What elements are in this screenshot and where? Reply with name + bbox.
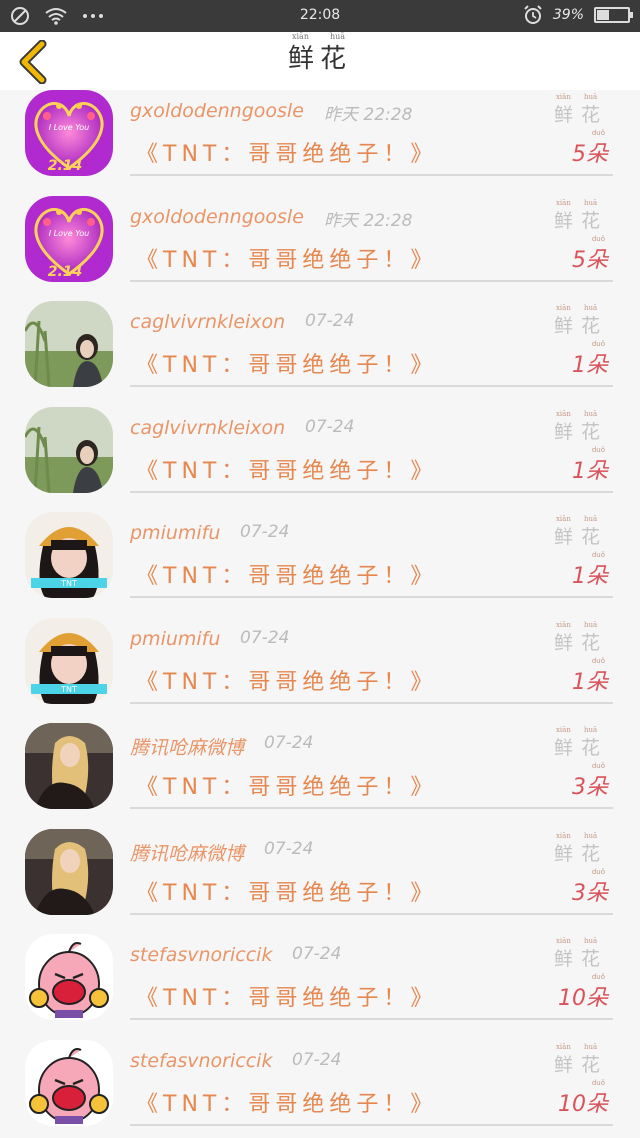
svg-text:TNT: TNT xyxy=(60,579,77,588)
flower-count: duǒ 1朵 xyxy=(572,340,608,378)
avatar-garden-girl[interactable] xyxy=(25,406,113,493)
page-title-wrap: xiān huā 鲜花 xyxy=(0,32,640,75)
avatar-blonde-woman[interactable] xyxy=(25,723,113,809)
flower-label: xiān huā 鲜花 xyxy=(553,409,608,443)
divider xyxy=(130,490,613,493)
divider xyxy=(130,174,613,176)
timestamp: 07-24 xyxy=(292,944,342,964)
flower-label: xiān huā 鲜花 xyxy=(553,198,608,232)
battery-icon xyxy=(594,7,633,23)
divider xyxy=(130,912,613,915)
divider xyxy=(130,1018,613,1020)
gift-message: 《TNT：哥哥绝绝子！》 xyxy=(136,775,438,800)
title-pinyin-1: xiān xyxy=(291,32,309,41)
timestamp: 07-24 xyxy=(264,733,314,753)
svg-text:TNT: TNT xyxy=(60,685,77,694)
header-bar: xiān huā 鲜花 xyxy=(0,32,640,90)
timestamp: 07-24 xyxy=(240,522,290,542)
gift-message: 《TNT：哥哥绝绝子！》 xyxy=(136,353,438,378)
flower-label: xiān huā 鲜花 xyxy=(553,93,608,126)
page-title-text: 鲜花 xyxy=(287,44,352,74)
divider xyxy=(130,596,613,598)
timestamp: 07-24 xyxy=(240,627,290,648)
sender-name[interactable]: 腾讯呛麻微博 xyxy=(130,839,244,866)
gift-message: 《TNT：哥哥绝绝子！》 xyxy=(136,458,438,484)
list-item-4[interactable]: caglvivrnkleixon 07-24 《TNT：哥哥绝绝子！》 xiān… xyxy=(0,403,640,509)
avatar-cartoon-buu[interactable] xyxy=(25,1039,113,1126)
sender-name[interactable]: pmiumifu xyxy=(130,628,220,650)
list-item-9[interactable]: stefasvnoriccik 07-24 《TNT：哥哥绝绝子！》 xiān h… xyxy=(0,930,640,1036)
list-item-3[interactable]: caglvivrnkleixon 07-24 《TNT：哥哥绝绝子！》 xiān… xyxy=(0,297,640,403)
svg-text:I Love You: I Love You xyxy=(49,229,89,238)
sender-name[interactable]: 腾讯呛麻微博 xyxy=(130,733,244,760)
list-item-5[interactable]: TNT pmiumifu 07-24 《TNT：哥哥绝绝子！》 xiān huā … xyxy=(0,508,640,614)
flower-count: duǒ 5朵 xyxy=(572,129,608,167)
flower-label: xiān huā 鲜花 xyxy=(553,1042,608,1076)
avatar-garden-girl[interactable] xyxy=(25,301,113,387)
flower-count: duǒ 5朵 xyxy=(572,234,608,273)
sender-name[interactable]: stefasvnoriccik xyxy=(130,944,272,966)
timestamp: 07-24 xyxy=(305,311,355,331)
status-icons-right: 39% xyxy=(523,5,633,25)
avatar-valentine-heart[interactable]: I Love You 2.14 xyxy=(25,90,113,176)
divider xyxy=(130,807,613,809)
flower-count: duǒ 1朵 xyxy=(572,656,608,695)
list-item-2[interactable]: I Love You 2.14 gxoldodenngoosle 昨天 22:2… xyxy=(0,192,640,298)
svg-text:2.14: 2.14 xyxy=(48,158,83,174)
svg-text:2.14: 2.14 xyxy=(48,264,83,280)
gift-message: 《TNT：哥哥绝绝子！》 xyxy=(136,986,438,1011)
list-item-8[interactable]: 腾讯呛麻微博 07-24 《TNT：哥哥绝绝子！》 xiān huā 鲜花 duǒ… xyxy=(0,825,640,931)
flower-count: duǒ 10朵 xyxy=(558,973,608,1011)
flower-count: duǒ 1朵 xyxy=(572,445,608,484)
gift-message: 《TNT：哥哥绝绝子！》 xyxy=(136,564,438,589)
sender-name[interactable]: caglvivrnkleixon xyxy=(130,417,285,439)
sender-name[interactable]: caglvivrnkleixon xyxy=(130,311,285,333)
title-pinyin-2: huā xyxy=(329,32,346,41)
list-item-1[interactable]: I Love You 2.14 gxoldodenngoosle 昨天 22:2… xyxy=(0,90,640,192)
gift-message: 《TNT：哥哥绝绝子！》 xyxy=(136,880,438,906)
timestamp: 昨天 22:28 xyxy=(324,210,413,231)
avatar-beanie-girl[interactable]: TNT xyxy=(25,617,113,704)
timestamp: 07-24 xyxy=(264,838,314,859)
flower-count: duǒ 3朵 xyxy=(572,762,608,800)
flower-gift-list: I Love You 2.14 gxoldodenngoosle 昨天 22:2… xyxy=(0,90,640,1138)
gift-message: 《TNT：哥哥绝绝子！》 xyxy=(136,1091,438,1117)
avatar-cartoon-buu[interactable] xyxy=(25,934,113,1020)
flower-label: xiān huā 鲜花 xyxy=(553,831,608,865)
flower-label: xiān huā 鲜花 xyxy=(553,726,608,759)
divider xyxy=(130,385,613,387)
flower-count: duǒ 3朵 xyxy=(572,867,608,906)
sender-name[interactable]: gxoldodenngoosle xyxy=(130,100,304,122)
flower-count: duǒ 1朵 xyxy=(572,551,608,589)
avatar-blonde-woman[interactable] xyxy=(25,828,113,915)
divider xyxy=(130,1123,613,1126)
alarm-icon xyxy=(524,5,542,24)
avatar-valentine-heart[interactable]: I Love You 2.14 xyxy=(25,195,113,282)
gift-message: 《TNT：哥哥绝绝子！》 xyxy=(136,669,438,695)
list-item-7[interactable]: 腾讯呛麻微博 07-24 《TNT：哥哥绝绝子！》 xiān huā 鲜花 duǒ… xyxy=(0,719,640,825)
list-item-10[interactable]: stefasvnoriccik 07-24 《TNT：哥哥绝绝子！》 xiān h… xyxy=(0,1036,640,1138)
sender-name[interactable]: pmiumifu xyxy=(130,522,220,544)
gift-message: 《TNT：哥哥绝绝子！》 xyxy=(136,247,438,273)
flower-count: duǒ 10朵 xyxy=(558,1078,608,1117)
timestamp: 昨天 22:28 xyxy=(324,105,413,125)
sender-name[interactable]: gxoldodenngoosle xyxy=(130,206,304,228)
gift-message: 《TNT：哥哥绝绝子！》 xyxy=(136,142,438,167)
sender-name[interactable]: stefasvnoriccik xyxy=(130,1050,272,1072)
divider xyxy=(130,279,613,282)
avatar-beanie-girl[interactable]: TNT xyxy=(25,512,113,598)
list-item-6[interactable]: TNT pmiumifu 07-24 《TNT：哥哥绝绝子！》 xiān huā … xyxy=(0,614,640,720)
timestamp: 07-24 xyxy=(292,1049,342,1070)
svg-text:I Love You: I Love You xyxy=(49,123,89,132)
flower-label: xiān huā 鲜花 xyxy=(553,937,608,970)
status-bar: 22:08 39% xyxy=(0,0,640,32)
timestamp: 07-24 xyxy=(305,416,355,437)
flower-label: xiān huā 鲜花 xyxy=(553,515,608,548)
flower-label: xiān huā 鲜花 xyxy=(553,304,608,337)
divider xyxy=(130,701,613,704)
battery-percent: 39% xyxy=(552,7,584,23)
page-title: xiān huā 鲜花 xyxy=(287,32,352,75)
flower-label: xiān huā 鲜花 xyxy=(553,620,608,654)
